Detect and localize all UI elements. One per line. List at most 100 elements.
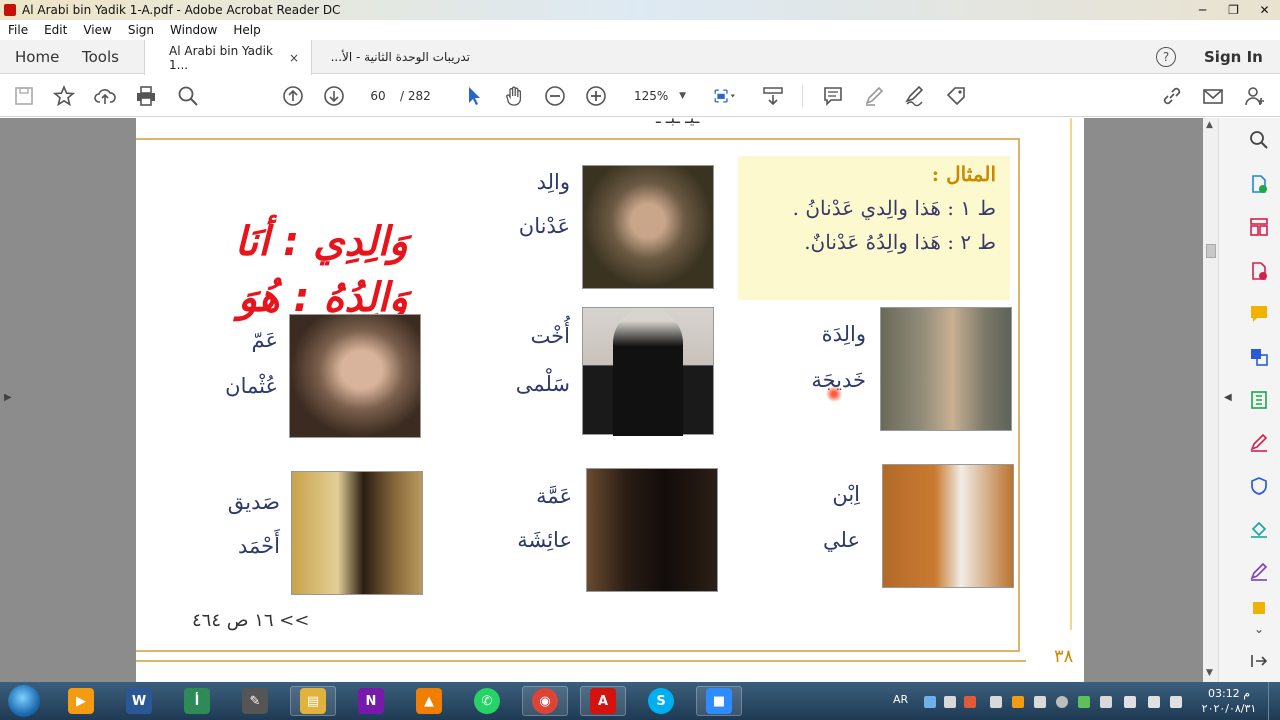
- scrollbar-thumb[interactable]: [1206, 244, 1216, 258]
- start-button-icon[interactable]: [8, 685, 40, 717]
- clock-date: ٢٠٢٠/٠٨/٣١: [1201, 702, 1257, 715]
- page-number-input[interactable]: 60: [360, 85, 396, 107]
- tray-app-icon[interactable]: [990, 696, 1002, 708]
- tray-app-icon[interactable]: [1034, 696, 1046, 708]
- menu-view[interactable]: View: [75, 23, 119, 37]
- menu-window[interactable]: Window: [162, 23, 225, 37]
- collapse-panel-icon[interactable]: ◀: [1224, 392, 1232, 403]
- send-for-signature-icon[interactable]: [1248, 518, 1270, 540]
- scroll-mode-icon[interactable]: [761, 84, 785, 108]
- tab-tools[interactable]: Tools: [82, 40, 119, 74]
- taskbar-app-10[interactable]: S: [638, 686, 684, 716]
- zoom-out-icon[interactable]: [543, 84, 567, 108]
- comment-tool-icon[interactable]: [1248, 303, 1270, 325]
- tab-home[interactable]: Home: [15, 40, 59, 74]
- scroll-down-icon[interactable]: ▼: [1206, 668, 1213, 678]
- email-icon[interactable]: [1201, 84, 1225, 108]
- fill-sign-icon[interactable]: [944, 84, 968, 108]
- organize-pages-icon[interactable]: [1248, 216, 1270, 238]
- taskbar-app-2[interactable]: أ: [174, 686, 220, 716]
- tray-flag-icon[interactable]: [1124, 696, 1136, 708]
- vlc-icon: ▲: [416, 688, 442, 714]
- taskbar-app-8[interactable]: ◉: [522, 686, 568, 716]
- tray-skype-icon[interactable]: [1056, 696, 1068, 708]
- more-tools-icon[interactable]: [1248, 602, 1270, 614]
- taskbar-app-11[interactable]: ■: [696, 686, 742, 716]
- combine-files-icon[interactable]: [1248, 346, 1270, 368]
- tray-app-icon[interactable]: [964, 696, 976, 708]
- edit-pdf-icon[interactable]: [1248, 561, 1270, 583]
- tray-app-icon[interactable]: [1078, 696, 1090, 708]
- taskbar-app-0[interactable]: ▶: [58, 686, 104, 716]
- system-clock[interactable]: 03:12 م ٢٠٢٠/٠٨/٣١: [1198, 686, 1260, 716]
- expand-panel-icon[interactable]: [1248, 650, 1270, 672]
- menu-file[interactable]: File: [0, 23, 36, 37]
- language-indicator[interactable]: AR: [893, 693, 908, 706]
- acrobat-icon: A: [590, 688, 616, 714]
- vertical-scrollbar[interactable]: ▲ ▼: [1203, 118, 1218, 682]
- panel-scroll-down-icon[interactable]: ⌄: [1248, 618, 1270, 640]
- label-aunt-relation: عَمَّة: [536, 484, 572, 508]
- help-icon[interactable]: ?: [1156, 47, 1176, 67]
- print-icon[interactable]: [134, 84, 158, 108]
- fill-and-sign-icon[interactable]: [1248, 432, 1270, 454]
- select-cursor-icon[interactable]: [462, 84, 486, 108]
- minimize-button[interactable]: ─: [1187, 0, 1218, 20]
- zoom-dropdown-icon[interactable]: ▼: [679, 85, 686, 107]
- show-desktop-button[interactable]: [1268, 682, 1280, 720]
- menu-help[interactable]: Help: [225, 23, 268, 37]
- photo-mother: [880, 307, 1012, 431]
- page-margin-line: [1070, 118, 1072, 630]
- taskbar-app-5[interactable]: N: [348, 686, 394, 716]
- label-mother-relation: والِدَة: [821, 322, 866, 346]
- upload-cloud-icon[interactable]: [93, 84, 117, 108]
- zoom-in-icon[interactable]: [584, 84, 608, 108]
- bookmark-star-icon[interactable]: [52, 84, 76, 108]
- tray-app-icon[interactable]: [1100, 696, 1112, 708]
- onenote-icon: N: [358, 688, 384, 714]
- taskbar-app-1[interactable]: W: [116, 686, 162, 716]
- photo-sister: [582, 307, 714, 436]
- compress-pdf-icon[interactable]: [1248, 389, 1270, 411]
- close-tab-icon[interactable]: ×: [289, 51, 299, 65]
- tray-network-icon[interactable]: [924, 696, 936, 708]
- share-link-icon[interactable]: [1160, 84, 1184, 108]
- tray-app-icon[interactable]: [1012, 696, 1024, 708]
- label-uncle-name: عُثْمان: [225, 374, 278, 398]
- export-pdf-icon[interactable]: [1248, 173, 1270, 195]
- close-window-button[interactable]: ✕: [1249, 0, 1280, 20]
- taskbar-app-3[interactable]: ✎: [232, 686, 278, 716]
- taskbar-app-7[interactable]: ✆: [464, 686, 510, 716]
- draw-sign-icon[interactable]: [903, 84, 927, 108]
- comment-icon[interactable]: [821, 84, 845, 108]
- left-panel-toggle-icon[interactable]: ▶: [4, 392, 12, 403]
- taskbar-app-4[interactable]: ▤: [290, 686, 336, 716]
- menu-sign[interactable]: Sign: [120, 23, 162, 37]
- example-line-2: ط ٢ : هَذا والِدُهُ عَدْنانٌ.: [804, 230, 996, 254]
- tab-document-active[interactable]: Al Arabi bin Yadik 1... ×: [144, 40, 312, 75]
- sign-in-link[interactable]: Sign In: [1204, 48, 1263, 66]
- page-count: / 282: [400, 89, 431, 103]
- zoom-level-select[interactable]: 125% ▼: [628, 85, 688, 107]
- fit-page-icon[interactable]: [708, 84, 740, 108]
- document-viewport[interactable]: ▶ ـيـ ـبـ ـ المثال : ط ١ : هَذا والِدي ع…: [0, 118, 1218, 682]
- hand-tool-icon[interactable]: [502, 84, 526, 108]
- taskbar-app-6[interactable]: ▲: [406, 686, 452, 716]
- menu-edit[interactable]: Edit: [36, 23, 75, 37]
- tab-document-2[interactable]: تدريبات الوحدة الثانية - الأ...: [318, 40, 482, 74]
- tray-app-icon[interactable]: [944, 696, 956, 708]
- search-tool-icon[interactable]: [1248, 129, 1270, 151]
- protect-shield-icon[interactable]: [1248, 475, 1270, 497]
- search-icon[interactable]: [176, 84, 200, 108]
- maximize-button[interactable]: ❐: [1218, 0, 1249, 20]
- save-icon[interactable]: [12, 84, 36, 108]
- add-user-icon[interactable]: [1243, 84, 1267, 108]
- taskbar-app-9[interactable]: A: [580, 686, 626, 716]
- next-page-icon[interactable]: [322, 84, 346, 108]
- create-pdf-icon[interactable]: [1248, 260, 1270, 282]
- previous-page-icon[interactable]: [281, 84, 305, 108]
- highlight-pen-icon[interactable]: [862, 84, 886, 108]
- tray-volume-icon[interactable]: [1170, 696, 1182, 708]
- scroll-up-icon[interactable]: ▲: [1206, 120, 1213, 130]
- tray-signal-icon[interactable]: [1148, 696, 1160, 708]
